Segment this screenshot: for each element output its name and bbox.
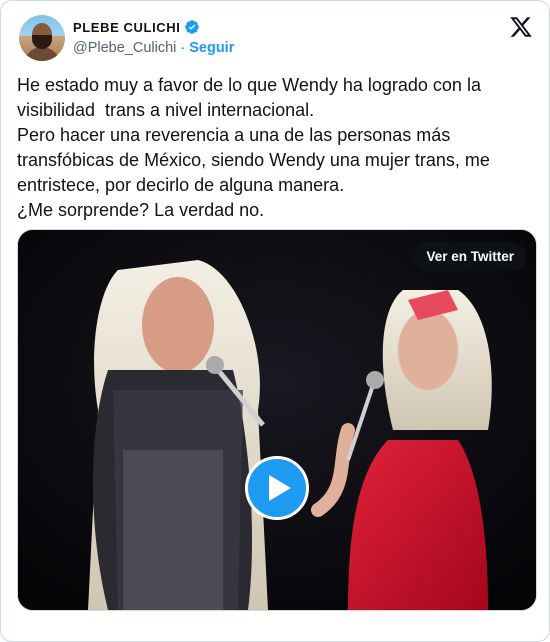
display-name[interactable]: PLEBE CULICHI	[73, 20, 180, 35]
handle[interactable]: @Plebe_Culichi	[73, 40, 176, 56]
tweet-header: PLEBE CULICHI @Plebe_Culichi · Seguir	[17, 13, 533, 61]
tweet-text-line: visibilidad trans a nivel internacional.	[17, 100, 315, 120]
verified-badge-icon	[185, 20, 200, 34]
separator: ·	[180, 40, 186, 56]
avatar-beard	[32, 35, 52, 49]
avatar[interactable]	[19, 15, 65, 61]
play-button[interactable]	[245, 456, 309, 520]
follow-button[interactable]: Seguir	[189, 40, 234, 56]
tweet-text-line: transfóbicas de México, siendo Wendy una…	[17, 150, 490, 170]
x-logo-icon[interactable]	[509, 15, 533, 39]
play-icon	[268, 475, 291, 501]
tweet-text-line: entristece, por decirlo de alguna manera…	[17, 175, 345, 195]
tweet-card: PLEBE CULICHI @Plebe_Culichi · Seguir He…	[0, 0, 550, 642]
tweet-text-line: He estado muy a favor de lo que Wendy ha…	[17, 75, 481, 95]
tweet-text-line: ¿Me sorprende? La verdad no.	[17, 200, 265, 220]
avatar-body	[24, 47, 60, 61]
name-row: PLEBE CULICHI	[73, 19, 200, 35]
view-on-twitter-button[interactable]: Ver en Twitter	[414, 242, 526, 271]
tweet-text: He estado muy a favor de lo que Wendy ha…	[17, 73, 537, 223]
video-player[interactable]: Ver en Twitter	[17, 229, 537, 611]
handle-row: @Plebe_Culichi · Seguir	[73, 40, 234, 56]
tweet-text-line: Pero hacer una reverencia a una de las p…	[17, 125, 451, 145]
video-thumbnail	[18, 230, 536, 610]
